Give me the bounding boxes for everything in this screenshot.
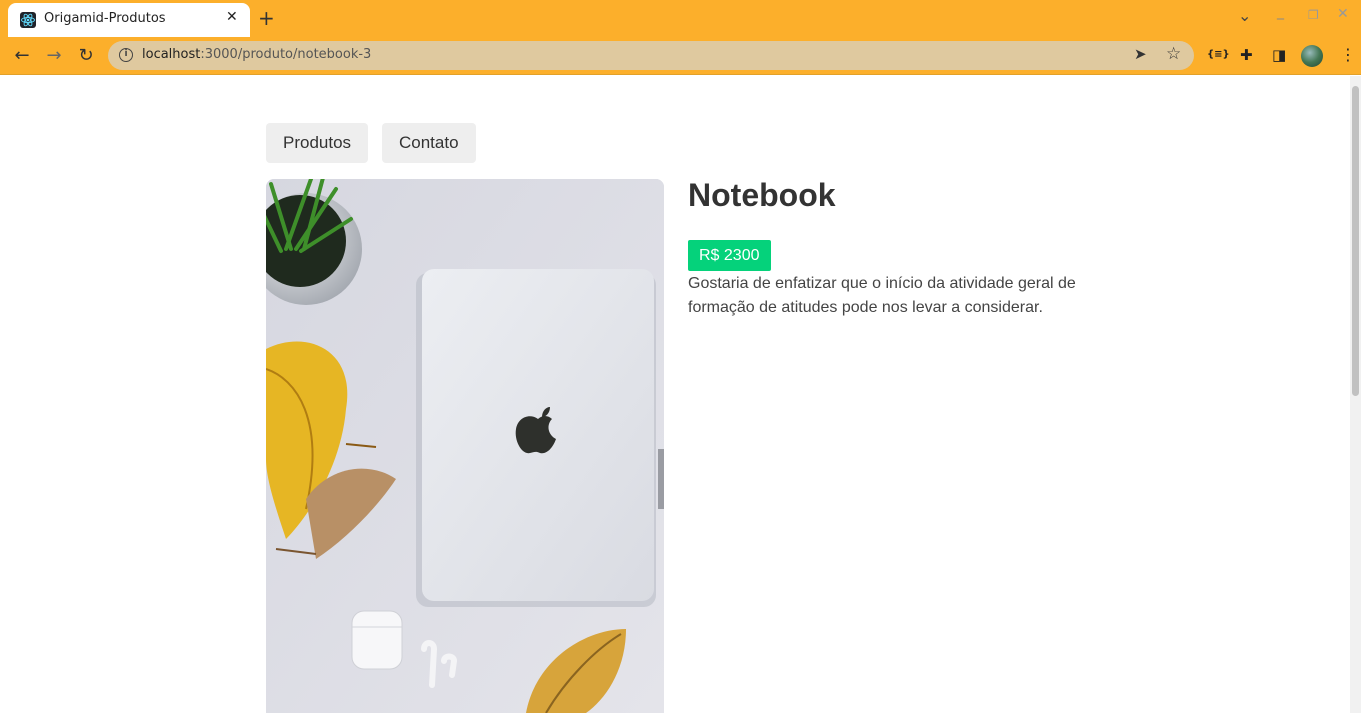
bookmark-star-icon[interactable]: ☆ <box>1166 44 1181 64</box>
browser-toolbar: ← → ↻ i localhost:3000/produto/notebook-… <box>0 37 1361 75</box>
side-panel-icon[interactable]: ◨ <box>1272 46 1286 64</box>
tab-close-icon[interactable]: ✕ <box>226 9 238 25</box>
site-info-icon[interactable]: i <box>119 48 133 62</box>
window-close-icon[interactable]: ✕ <box>1337 6 1349 22</box>
browser-menu-icon[interactable]: ⋮ <box>1340 45 1356 64</box>
profile-avatar[interactable] <box>1301 45 1323 67</box>
tab-search-chevron-icon[interactable]: ⌄ <box>1238 6 1251 25</box>
react-favicon-icon <box>20 12 36 28</box>
price-badge: R$ 2300 <box>688 240 771 271</box>
back-arrow-icon[interactable]: ← <box>11 45 33 67</box>
extensions-puzzle-icon[interactable]: ✚ <box>1240 46 1253 64</box>
send-icon[interactable]: ➤ <box>1134 45 1147 63</box>
browser-tab[interactable]: Origamid-Produtos ✕ <box>8 3 250 37</box>
product-title: Notebook <box>688 177 836 213</box>
browser-tab-strip: Origamid-Produtos ✕ + ⌄ _ ❐ ✕ <box>0 0 1361 37</box>
minimize-icon[interactable]: _ <box>1277 4 1284 20</box>
page-scrollbar[interactable] <box>1350 76 1361 713</box>
new-tab-button[interactable]: + <box>258 6 275 30</box>
product-image <box>266 179 664 713</box>
address-bar[interactable]: i localhost:3000/produto/notebook-3 ➤ ☆ <box>108 41 1194 70</box>
scrollbar-thumb[interactable] <box>1352 86 1359 396</box>
reload-icon[interactable]: ↻ <box>75 45 97 67</box>
nav-link-contato[interactable]: Contato <box>382 123 476 163</box>
restore-icon[interactable]: ❐ <box>1308 8 1319 22</box>
forward-arrow-icon[interactable]: → <box>43 45 65 67</box>
url-host: localhost <box>142 47 201 62</box>
page-content: Produtos Contato Notebook R$ 2300 Gostar… <box>0 76 1350 713</box>
nav-link-produtos[interactable]: Produtos <box>266 123 369 163</box>
product-description: Gostaria de enfatizar que o início da at… <box>688 275 1076 316</box>
url-text: localhost:3000/produto/notebook-3 <box>142 47 371 62</box>
json-extension-icon[interactable]: {≡} <box>1207 49 1230 60</box>
url-path: :3000/produto/notebook-3 <box>200 47 372 62</box>
tab-title: Origamid-Produtos <box>44 11 166 26</box>
